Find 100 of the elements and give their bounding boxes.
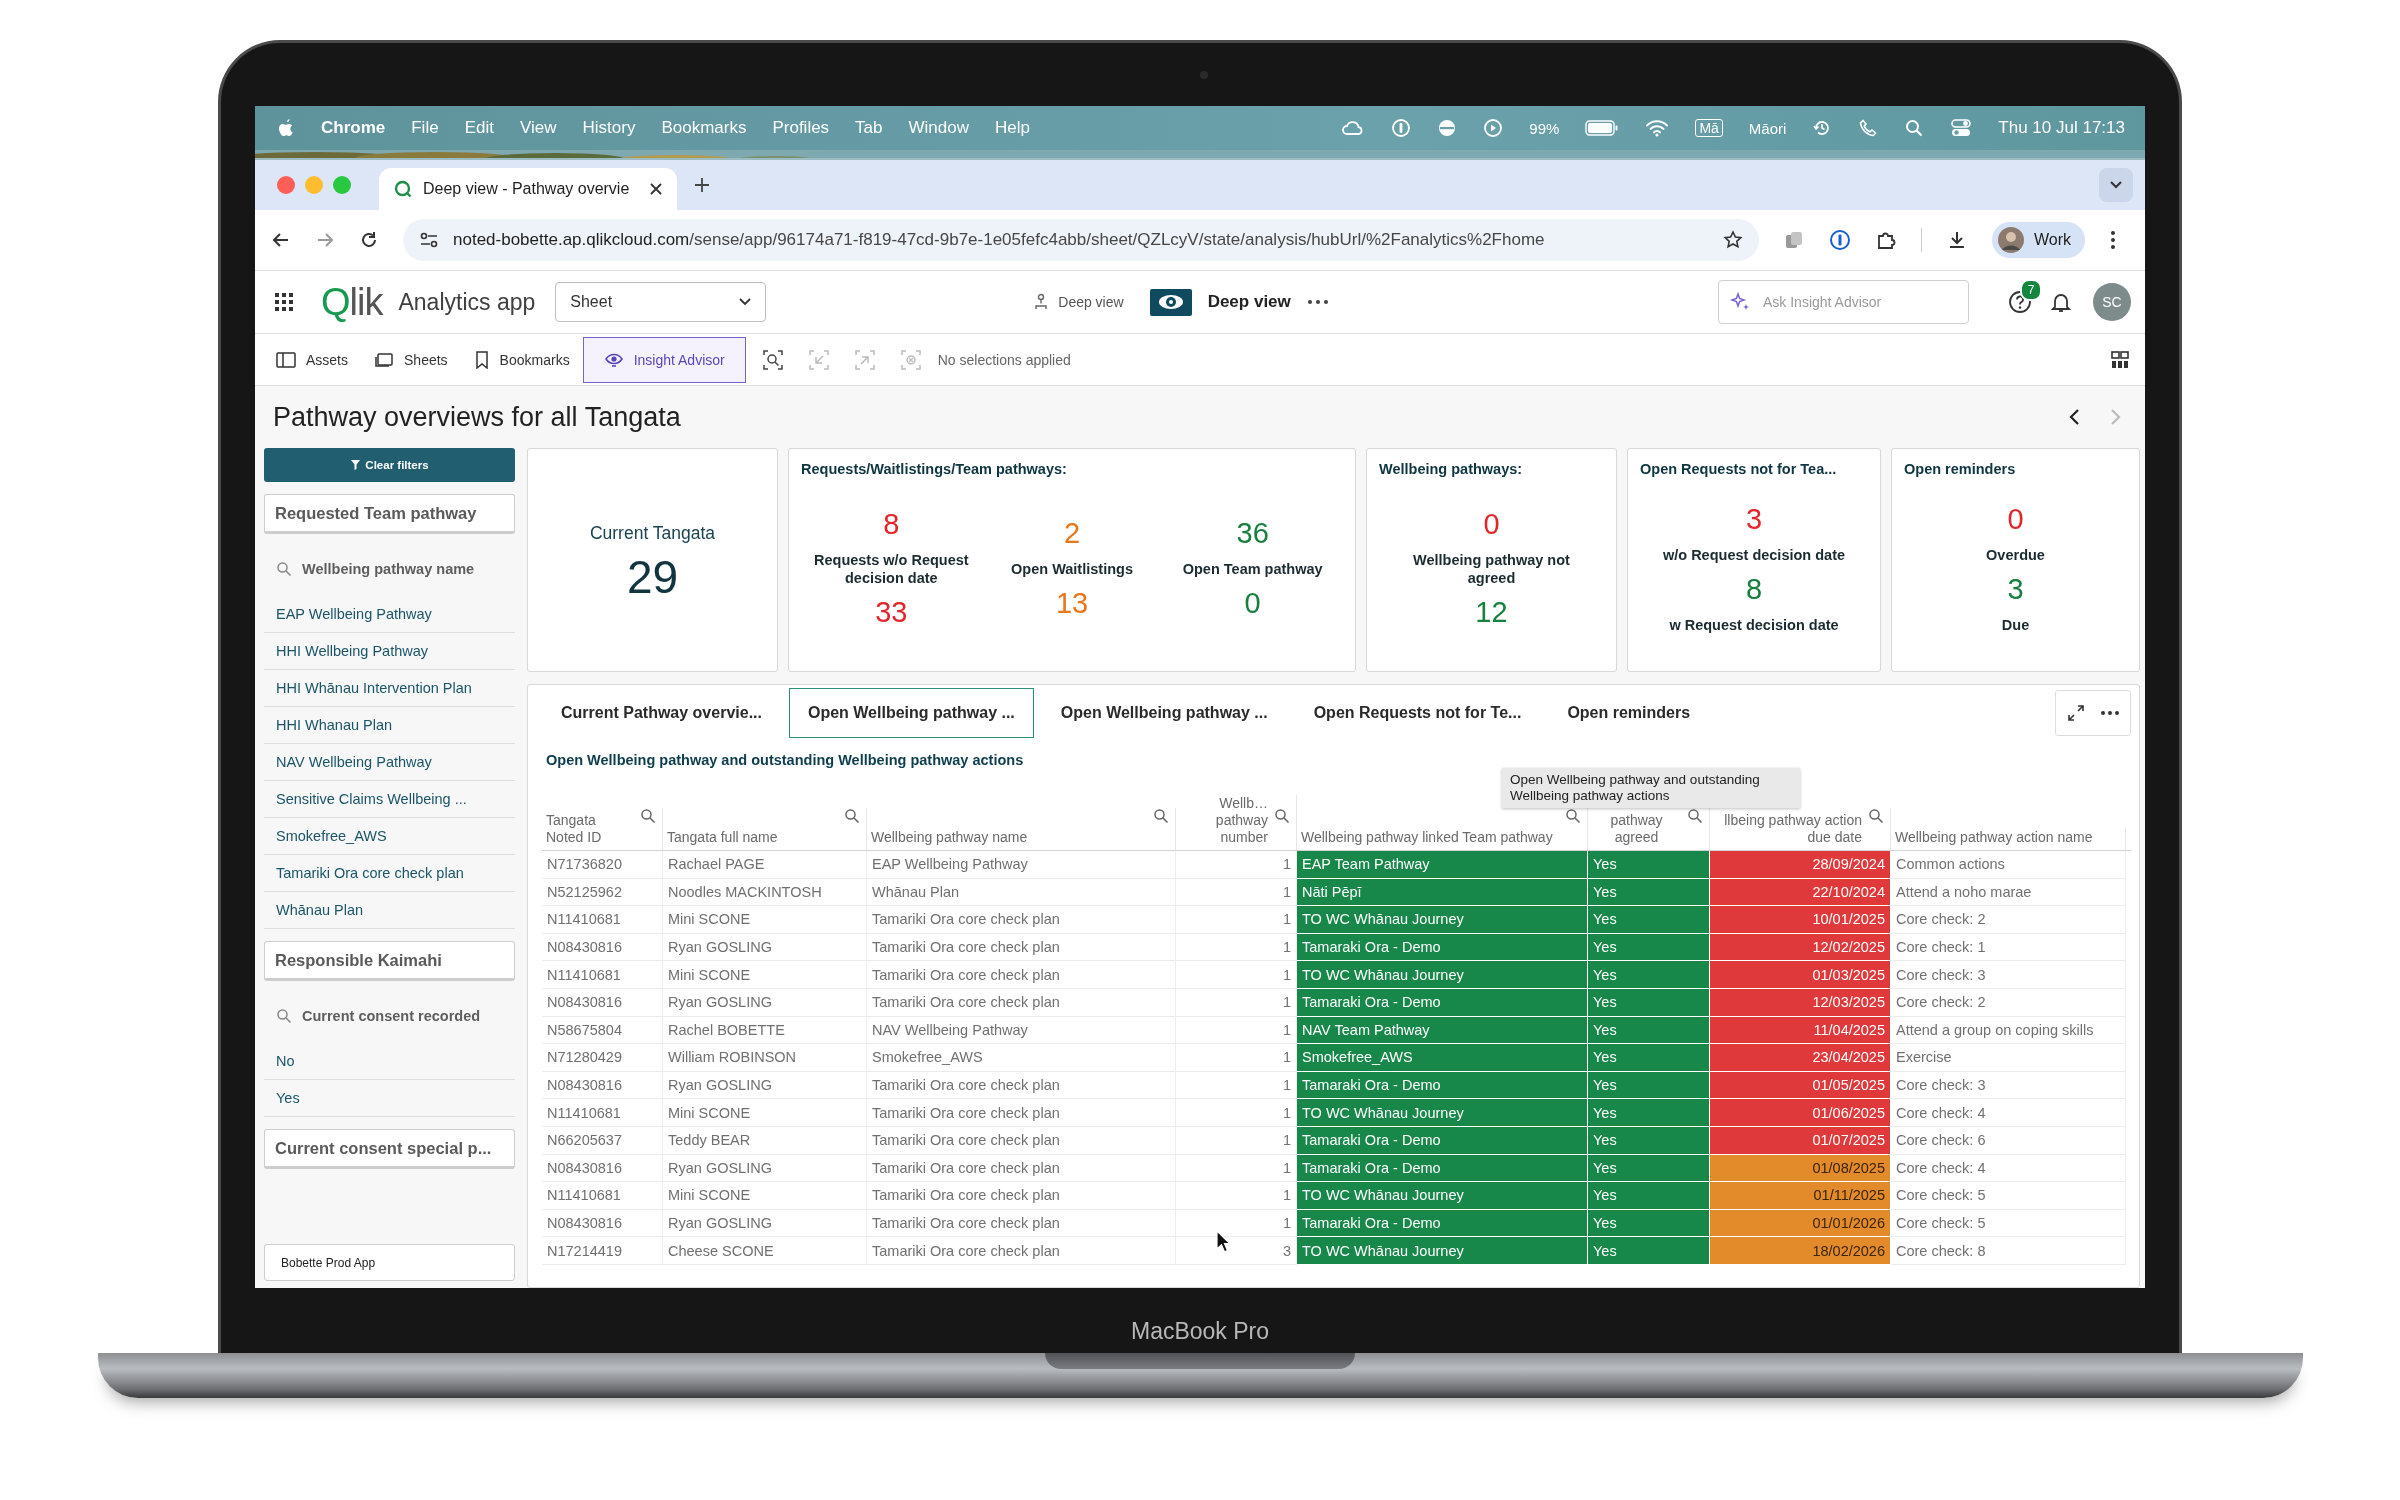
filter-value[interactable]: NAV Wellbeing Pathway	[264, 744, 515, 781]
key-circle-icon[interactable]	[1829, 229, 1851, 251]
address-bar[interactable]: noted-bobette.ap.qlikcloud.com/sense/app/96174a71-f819-47cd-9b7e-1e05fefc4abb/sheet/QZLcyV/state/analysis/hubUrl/%2Fanalytics%2Fhome	[403, 219, 1759, 261]
table-cell: 01/07/2025	[1710, 1126, 1891, 1155]
qlik-logo[interactable]: Qlik	[321, 283, 383, 321]
table-cell: Whānau Plan	[867, 878, 1176, 907]
filter-value[interactable]: HHI Wellbeing Pathway	[264, 633, 515, 670]
kpi-value: 2	[1063, 518, 1081, 550]
breadcrumb-link[interactable]: Deep view	[1058, 294, 1124, 310]
search-icon[interactable]	[1904, 118, 1925, 138]
tab-search-button[interactable]	[2099, 168, 2133, 202]
column-header[interactable]: Wellbeing pathway action name	[1891, 829, 2126, 850]
star-icon[interactable]	[1723, 230, 1743, 250]
filter-listbox[interactable]: Requested Team pathway	[264, 494, 515, 534]
half-circle-icon[interactable]	[1437, 118, 1458, 138]
site-settings-icon[interactable]	[419, 231, 439, 249]
search-icon[interactable]	[1153, 808, 1169, 824]
table-cell: N11410681	[542, 1099, 663, 1127]
avatar-icon	[1998, 227, 2024, 253]
search-icon[interactable]	[1274, 808, 1290, 824]
toolbar-tab[interactable]: Bookmarks	[460, 336, 583, 383]
column-header[interactable]: Wellb… pathway number	[1176, 795, 1297, 850]
filter-value[interactable]: EAP Wellbeing Pathway	[264, 596, 515, 633]
table-cell: Core check: 6	[1891, 1126, 2126, 1155]
table-cell: Exercise	[1891, 1044, 2126, 1072]
filter-value[interactable]: Smokefree_AWS	[264, 818, 515, 855]
kpi-value: 8	[1745, 574, 1763, 606]
clear-filters-button[interactable]: Clear filters	[264, 448, 515, 482]
more-horizontal-icon[interactable]	[1306, 299, 1329, 305]
search-icon[interactable]	[1565, 808, 1581, 824]
table-cell: Yes	[1588, 1154, 1710, 1183]
table-cell: Mini SCONE	[663, 1099, 867, 1127]
app-grid-icon[interactable]	[273, 291, 295, 313]
filter-value[interactable]: HHI Whanau Plan	[264, 707, 515, 744]
search-icon[interactable]	[844, 808, 860, 824]
filter-listbox[interactable]: Responsible Kaimahi	[264, 941, 515, 981]
wifi-icon[interactable]	[1645, 119, 1670, 137]
battery-icon[interactable]	[1585, 120, 1620, 136]
table-cell: Core check: 4	[1891, 1154, 2126, 1183]
insight-search-field[interactable]: Ask Insight Advisor	[1761, 284, 1955, 320]
more-vertical-icon[interactable]	[2109, 229, 2118, 251]
table-cell: 01/06/2025	[1710, 1099, 1891, 1127]
filter-search-field[interactable]: Wellbeing pathway name	[264, 534, 515, 596]
sheets-icon	[374, 350, 394, 369]
table-cell: 12/02/2025	[1710, 933, 1891, 962]
app-link-button[interactable]: Bobette Prod App	[264, 1244, 515, 1281]
stacked-pages-icon[interactable]	[1783, 229, 1805, 251]
column-header[interactable]: Wellbeing pathway name	[867, 808, 1176, 850]
filter-value[interactable]: Whānau Plan	[264, 892, 515, 929]
filter-value[interactable]: Yes	[264, 1080, 515, 1117]
sheet-dropdown[interactable]: Sheet	[555, 282, 767, 322]
user-avatar[interactable]: SC	[2093, 283, 2131, 321]
more-horizontal-icon[interactable]	[2100, 710, 2120, 716]
reload-icon[interactable]	[359, 230, 379, 250]
filter-listbox[interactable]: Current consent special p...	[264, 1129, 515, 1169]
filter-value[interactable]: Sensitive Claims Wellbeing ...	[264, 781, 515, 818]
table-cell: Cheese SCONE	[663, 1237, 867, 1265]
chevron-down-icon	[739, 298, 752, 306]
filter-value[interactable]: HHI Whānau Intervention Plan	[264, 670, 515, 707]
play-circle-icon[interactable]	[1483, 118, 1504, 138]
table-cell: 18/02/2026	[1710, 1237, 1891, 1265]
filter-value[interactable]: No	[264, 1043, 515, 1080]
table-cell: EAP Wellbeing Pathway	[867, 851, 1176, 879]
table-cell: TO WC Whānau Journey	[1297, 1099, 1588, 1127]
close-icon[interactable]	[649, 182, 663, 196]
toolbar-tab[interactable]: Sheets	[361, 336, 461, 383]
toolbar-tab[interactable]: Assets	[263, 336, 361, 383]
phone-icon[interactable]	[1858, 118, 1879, 138]
table-cell: 23/04/2025	[1710, 1044, 1891, 1072]
filter-value[interactable]: Tamariki Ora core check plan	[264, 855, 515, 892]
table-cell: Yes	[1588, 933, 1710, 962]
insight-search-box[interactable]: Ask Insight Advisor	[1718, 280, 1969, 324]
search-icon[interactable]	[1687, 808, 1703, 824]
sheet-title: Pathway overviews for all Tangata	[273, 401, 681, 433]
search-icon[interactable]	[640, 808, 656, 824]
kpi-label: w Request decision date	[1669, 615, 1839, 634]
selection-search-icon[interactable]	[761, 348, 784, 371]
table-cell: Rachael PAGE	[663, 851, 867, 879]
table-cell: Yes	[1588, 906, 1710, 934]
grid-layout-icon[interactable]	[2109, 348, 2131, 371]
column-header[interactable]: Tangata Noted ID	[542, 808, 663, 850]
table-cell: Ryan GOSLING	[663, 1209, 867, 1238]
new-tab-icon[interactable]	[693, 176, 711, 194]
column-header[interactable]: Tangata full name	[663, 808, 867, 850]
table-cell: Tamariki Ora core check plan	[867, 933, 1176, 962]
table-cell: N11410681	[542, 961, 663, 989]
apple-icon[interactable]	[277, 118, 295, 138]
table-cell: EAP Team Pathway	[1297, 851, 1588, 879]
browser-tab[interactable]: Deep view - Pathway overvie	[379, 168, 677, 210]
expand-icon[interactable]	[2066, 703, 2086, 723]
profile-button[interactable]: Work	[1992, 222, 2086, 258]
table-cell: Core check: 5	[1891, 1209, 2126, 1238]
kpi-value: 0	[1483, 509, 1500, 541]
search-icon[interactable]	[1868, 808, 1884, 824]
table-cell: Tamaraki Ora - Demo	[1297, 988, 1588, 1017]
toolbar-tab[interactable]: Insight Advisor	[582, 336, 746, 383]
panel-tab[interactable]: Open Wellbeing pathway ...	[788, 688, 1034, 738]
toggle-switches-icon[interactable]	[1950, 118, 1973, 138]
table-cell: Yes	[1588, 1016, 1710, 1045]
filter-search-field[interactable]: Current consent recorded	[264, 981, 515, 1043]
